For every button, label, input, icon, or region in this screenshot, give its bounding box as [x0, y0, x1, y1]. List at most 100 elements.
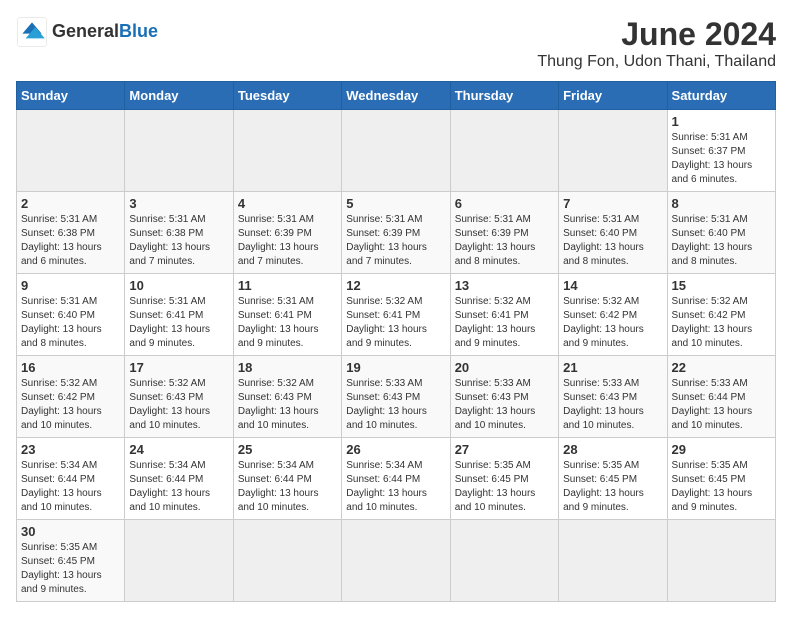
day-info: Sunrise: 5:31 AMSunset: 6:41 PMDaylight:… — [129, 295, 228, 351]
weekday-header: Monday — [125, 82, 233, 110]
calendar-day-cell: 18Sunrise: 5:32 AMSunset: 6:43 PMDayligh… — [233, 356, 341, 438]
day-number: 30 — [21, 524, 120, 539]
day-number: 28 — [563, 442, 662, 457]
calendar-day-cell: 4 Sunrise: 5:31 AMSunset: 6:39 PMDaylight… — [233, 192, 341, 274]
day-number: 21 — [563, 360, 662, 375]
day-info: Sunrise: 5:34 AMSunset: 6:44 PMDaylight:… — [129, 459, 228, 515]
day-number: 26 — [346, 442, 445, 457]
calendar-day-cell: 17Sunrise: 5:32 AMSunset: 6:43 PMDayligh… — [125, 356, 233, 438]
calendar-header-row: SundayMondayTuesdayWednesdayThursdayFrid… — [17, 82, 776, 110]
day-info: Sunrise: 5:31 AMSunset: 6:40 PMDaylight:… — [672, 213, 771, 269]
calendar-title: June 2024 — [537, 16, 776, 53]
calendar-day-cell: 19 Sunrise: 5:33 AMSunset: 6:43 PMDayligh… — [342, 356, 450, 438]
calendar-day-cell — [450, 110, 558, 192]
day-number: 15 — [672, 278, 771, 293]
calendar-day-cell: 2 Sunrise: 5:31 AMSunset: 6:38 PMDaylight… — [17, 192, 125, 274]
day-info: Sunrise: 5:31 AMSunset: 6:38 PMDaylight:… — [129, 213, 228, 269]
calendar-day-cell: 13Sunrise: 5:32 AMSunset: 6:41 PMDayligh… — [450, 274, 558, 356]
calendar-day-cell: 25 Sunrise: 5:34 AMSunset: 6:44 PMDayligh… — [233, 438, 341, 520]
day-info: Sunrise: 5:32 AMSunset: 6:41 PMDaylight:… — [455, 295, 554, 351]
day-info: Sunrise: 5:33 AMSunset: 6:43 PMDaylight:… — [455, 377, 554, 433]
weekday-header: Saturday — [667, 82, 775, 110]
day-number: 1 — [672, 114, 771, 129]
calendar-day-cell: 5 Sunrise: 5:31 AMSunset: 6:39 PMDaylight… — [342, 192, 450, 274]
day-info: Sunrise: 5:31 AMSunset: 6:37 PMDaylight:… — [672, 131, 771, 187]
title-block: June 2024 Thung Fon, Udon Thani, Thailan… — [537, 16, 776, 71]
calendar-day-cell — [233, 520, 341, 602]
calendar-day-cell: 21 Sunrise: 5:33 AMSunset: 6:43 PMDayligh… — [559, 356, 667, 438]
day-info: Sunrise: 5:31 AMSunset: 6:39 PMDaylight:… — [455, 213, 554, 269]
day-info: Sunrise: 5:32 AMSunset: 6:41 PMDaylight:… — [346, 295, 445, 351]
day-info: Sunrise: 5:33 AMSunset: 6:43 PMDaylight:… — [563, 377, 662, 433]
day-number: 22 — [672, 360, 771, 375]
day-info: Sunrise: 5:35 AMSunset: 6:45 PMDaylight:… — [21, 541, 120, 597]
weekday-header: Friday — [559, 82, 667, 110]
day-number: 27 — [455, 442, 554, 457]
calendar-day-cell — [233, 110, 341, 192]
day-number: 24 — [129, 442, 228, 457]
day-number: 16 — [21, 360, 120, 375]
calendar-day-cell: 23 Sunrise: 5:34 AMSunset: 6:44 PMDayligh… — [17, 438, 125, 520]
day-number: 11 — [238, 278, 337, 293]
day-info: Sunrise: 5:33 AMSunset: 6:43 PMDaylight:… — [346, 377, 445, 433]
calendar-day-cell — [342, 110, 450, 192]
calendar-day-cell: 14 Sunrise: 5:32 AMSunset: 6:42 PMDayligh… — [559, 274, 667, 356]
day-info: Sunrise: 5:31 AMSunset: 6:40 PMDaylight:… — [563, 213, 662, 269]
day-number: 25 — [238, 442, 337, 457]
day-info: Sunrise: 5:34 AMSunset: 6:44 PMDaylight:… — [238, 459, 337, 515]
calendar-day-cell: 15 Sunrise: 5:32 AMSunset: 6:42 PMDayligh… — [667, 274, 775, 356]
calendar-day-cell: 22 Sunrise: 5:33 AMSunset: 6:44 PMDayligh… — [667, 356, 775, 438]
day-number: 19 — [346, 360, 445, 375]
calendar-week-row: 30 Sunrise: 5:35 AMSunset: 6:45 PMDayligh… — [17, 520, 776, 602]
calendar-day-cell: 29Sunrise: 5:35 AMSunset: 6:45 PMDayligh… — [667, 438, 775, 520]
day-info: Sunrise: 5:31 AMSunset: 6:38 PMDaylight:… — [21, 213, 120, 269]
calendar-day-cell: 7Sunrise: 5:31 AMSunset: 6:40 PMDaylight… — [559, 192, 667, 274]
day-number: 3 — [129, 196, 228, 211]
calendar-day-cell: 20Sunrise: 5:33 AMSunset: 6:43 PMDayligh… — [450, 356, 558, 438]
day-info: Sunrise: 5:33 AMSunset: 6:44 PMDaylight:… — [672, 377, 771, 433]
day-info: Sunrise: 5:35 AMSunset: 6:45 PMDaylight:… — [672, 459, 771, 515]
day-info: Sunrise: 5:32 AMSunset: 6:42 PMDaylight:… — [563, 295, 662, 351]
calendar-day-cell: 12Sunrise: 5:32 AMSunset: 6:41 PMDayligh… — [342, 274, 450, 356]
day-info: Sunrise: 5:35 AMSunset: 6:45 PMDaylight:… — [455, 459, 554, 515]
calendar-day-cell — [17, 110, 125, 192]
day-number: 8 — [672, 196, 771, 211]
calendar-day-cell — [342, 520, 450, 602]
calendar-table: SundayMondayTuesdayWednesdayThursdayFrid… — [16, 81, 776, 602]
logo-blue-text: Blue — [119, 21, 158, 41]
day-info: Sunrise: 5:32 AMSunset: 6:42 PMDaylight:… — [21, 377, 120, 433]
day-number: 4 — [238, 196, 337, 211]
day-number: 9 — [21, 278, 120, 293]
page-header: GeneralBlue June 2024 Thung Fon, Udon Th… — [16, 16, 776, 71]
day-info: Sunrise: 5:34 AMSunset: 6:44 PMDaylight:… — [21, 459, 120, 515]
logo-icon — [16, 16, 48, 48]
day-number: 23 — [21, 442, 120, 457]
calendar-day-cell: 3 Sunrise: 5:31 AMSunset: 6:38 PMDaylight… — [125, 192, 233, 274]
calendar-day-cell: 27 Sunrise: 5:35 AMSunset: 6:45 PMDayligh… — [450, 438, 558, 520]
calendar-day-cell: 8 Sunrise: 5:31 AMSunset: 6:40 PMDaylight… — [667, 192, 775, 274]
day-info: Sunrise: 5:31 AMSunset: 6:39 PMDaylight:… — [346, 213, 445, 269]
calendar-day-cell: 11Sunrise: 5:31 AMSunset: 6:41 PMDayligh… — [233, 274, 341, 356]
weekday-header: Thursday — [450, 82, 558, 110]
day-info: Sunrise: 5:32 AMSunset: 6:42 PMDaylight:… — [672, 295, 771, 351]
calendar-day-cell — [559, 110, 667, 192]
calendar-day-cell — [559, 520, 667, 602]
calendar-day-cell: 6 Sunrise: 5:31 AMSunset: 6:39 PMDaylight… — [450, 192, 558, 274]
weekday-header: Tuesday — [233, 82, 341, 110]
calendar-week-row: 9Sunrise: 5:31 AMSunset: 6:40 PMDaylight… — [17, 274, 776, 356]
day-number: 2 — [21, 196, 120, 211]
weekday-header: Wednesday — [342, 82, 450, 110]
day-info: Sunrise: 5:32 AMSunset: 6:43 PMDaylight:… — [238, 377, 337, 433]
day-number: 10 — [129, 278, 228, 293]
day-info: Sunrise: 5:35 AMSunset: 6:45 PMDaylight:… — [563, 459, 662, 515]
day-number: 6 — [455, 196, 554, 211]
weekday-header: Sunday — [17, 82, 125, 110]
day-info: Sunrise: 5:34 AMSunset: 6:44 PMDaylight:… — [346, 459, 445, 515]
calendar-day-cell: 28 Sunrise: 5:35 AMSunset: 6:45 PMDayligh… — [559, 438, 667, 520]
calendar-day-cell: 16 Sunrise: 5:32 AMSunset: 6:42 PMDayligh… — [17, 356, 125, 438]
calendar-week-row: 16 Sunrise: 5:32 AMSunset: 6:42 PMDayligh… — [17, 356, 776, 438]
day-number: 5 — [346, 196, 445, 211]
calendar-week-row: 2 Sunrise: 5:31 AMSunset: 6:38 PMDaylight… — [17, 192, 776, 274]
day-info: Sunrise: 5:31 AMSunset: 6:39 PMDaylight:… — [238, 213, 337, 269]
day-number: 14 — [563, 278, 662, 293]
